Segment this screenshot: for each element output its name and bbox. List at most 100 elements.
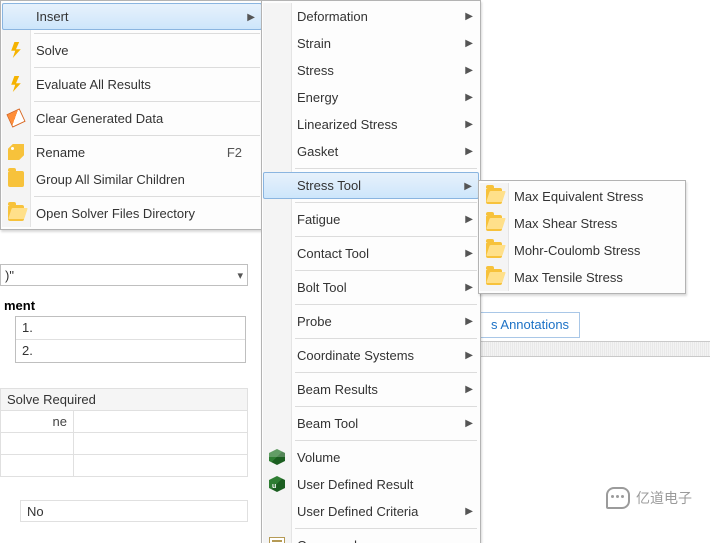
chevron-right-icon: ▶ xyxy=(465,119,473,130)
watermark: 亿道电子 xyxy=(606,487,692,509)
folder-open-icon xyxy=(486,242,502,258)
chevron-right-icon: ▶ xyxy=(465,384,473,395)
menu-item-open-solver-dir[interactable]: Open Solver Files Directory xyxy=(2,200,262,227)
menu-item-evaluate-all[interactable]: Evaluate All Results xyxy=(2,71,262,98)
chevron-right-icon: ▶ xyxy=(465,11,473,22)
menu-label: Linearized Stress xyxy=(297,117,459,132)
menu-item-user-defined-criteria[interactable]: User Defined Criteria ▶ xyxy=(263,498,479,525)
menu-item-user-defined-result[interactable]: User Defined Result xyxy=(263,471,479,498)
menu-label: Bolt Tool xyxy=(297,280,459,295)
menu-item-insert[interactable]: Insert ▶ xyxy=(2,3,262,30)
chevron-down-icon: ▾ xyxy=(237,269,243,282)
menu-separator xyxy=(295,202,477,203)
menu-item-max-equivalent-stress[interactable]: Max Equivalent Stress xyxy=(480,183,684,210)
menu-label: Stress xyxy=(297,63,459,78)
menu-item-solve[interactable]: Solve xyxy=(2,37,262,64)
menu-separator xyxy=(295,528,477,529)
folder-open-icon xyxy=(486,188,502,204)
chevron-right-icon: ▶ xyxy=(465,214,473,225)
eraser-icon xyxy=(6,108,25,127)
tab-annotations[interactable]: s Annotations xyxy=(480,312,580,338)
menu-item-contact-tool[interactable]: Contact Tool ▶ xyxy=(263,240,479,267)
menu-item-fatigue[interactable]: Fatigue ▶ xyxy=(263,206,479,233)
chevron-right-icon: ▶ xyxy=(465,350,473,361)
chevron-right-icon: ▶ xyxy=(465,418,473,429)
menu-item-stress-tool[interactable]: Stress Tool ▶ xyxy=(263,172,479,199)
menu-label: User Defined Result xyxy=(297,477,459,492)
menu-item-energy[interactable]: Energy ▶ xyxy=(263,84,479,111)
menu-separator xyxy=(295,372,477,373)
menu-item-deformation[interactable]: Deformation▶ xyxy=(263,3,479,30)
mini-row[interactable]: 1. xyxy=(16,317,245,339)
mini-row[interactable]: 2. xyxy=(16,339,245,362)
menu-item-beam-results[interactable]: Beam Results ▶ xyxy=(263,376,479,403)
menu-item-commands[interactable]: Commands xyxy=(263,532,479,543)
chevron-right-icon: ▶ xyxy=(465,92,473,103)
menu-label: Group All Similar Children xyxy=(36,172,242,187)
menu-separator xyxy=(295,338,477,339)
filter-dropdown[interactable]: )" ▾ xyxy=(0,264,248,286)
menu-label: Open Solver Files Directory xyxy=(36,206,242,221)
menu-item-coordinate-systems[interactable]: Coordinate Systems ▶ xyxy=(263,342,479,369)
menu-item-mohr-coulomb-stress[interactable]: Mohr-Coulomb Stress xyxy=(480,237,684,264)
chevron-right-icon: ▶ xyxy=(465,506,473,517)
folder-open-icon xyxy=(486,269,502,285)
tag-icon xyxy=(8,144,24,160)
menu-separator xyxy=(34,33,260,34)
menu-item-max-shear-stress[interactable]: Max Shear Stress xyxy=(480,210,684,237)
menu-item-linearized-stress[interactable]: Linearized Stress ▶ xyxy=(263,111,479,138)
menu-item-max-tensile-stress[interactable]: Max Tensile Stress xyxy=(480,264,684,291)
prop-val[interactable] xyxy=(74,411,248,433)
commands-icon xyxy=(269,537,285,543)
context-menu-root: Insert ▶ Solve Evaluate All Results Clea… xyxy=(0,0,264,230)
chat-icon xyxy=(606,487,630,509)
mini-table: 1. 2. xyxy=(15,316,246,363)
folder-open-icon xyxy=(8,205,24,221)
prop-val[interactable] xyxy=(74,433,248,455)
menu-label: User Defined Criteria xyxy=(297,504,459,519)
menu-label: Gasket xyxy=(297,144,459,159)
menu-item-stress[interactable]: Stress▶ xyxy=(263,57,479,84)
submenu-stress-tool: Max Equivalent StressMax Shear StressMoh… xyxy=(478,180,686,294)
chevron-right-icon: ▶ xyxy=(465,282,473,293)
menu-label: Clear Generated Data xyxy=(36,111,242,126)
app-root: )" ▾ ment 1. 2. Solve Required ne No s A… xyxy=(0,0,710,543)
menu-label: Volume xyxy=(297,450,459,465)
menu-separator xyxy=(295,304,477,305)
menu-label: Fatigue xyxy=(297,212,459,227)
menu-item-probe[interactable]: Probe ▶ xyxy=(263,308,479,335)
menu-label: Energy xyxy=(297,90,459,105)
menu-label: Beam Results xyxy=(297,382,459,397)
solve-required-header: Solve Required xyxy=(1,389,248,411)
no-value: No xyxy=(20,500,248,522)
bolt-icon xyxy=(8,76,24,92)
menu-item-clear-data[interactable]: Clear Generated Data xyxy=(2,105,262,132)
menu-separator xyxy=(295,236,477,237)
chevron-right-icon: ▶ xyxy=(465,38,473,49)
menu-label: Probe xyxy=(297,314,459,329)
menu-item-bolt-tool[interactable]: Bolt Tool ▶ xyxy=(263,274,479,301)
watermark-text: 亿道电子 xyxy=(636,488,692,508)
menu-item-beam-tool[interactable]: Beam Tool▶ xyxy=(263,410,479,437)
menu-label: Stress Tool xyxy=(297,178,459,193)
menu-label: Evaluate All Results xyxy=(36,77,242,92)
prop-key xyxy=(1,455,74,477)
chevron-right-icon: ▶ xyxy=(465,316,473,327)
prop-key xyxy=(1,433,74,455)
cube-icon xyxy=(269,449,285,465)
menu-separator xyxy=(34,196,260,197)
menu-separator xyxy=(295,406,477,407)
menu-label: Coordinate Systems xyxy=(297,348,459,363)
chevron-right-icon: ▶ xyxy=(464,181,472,192)
chevron-right-icon: ▶ xyxy=(465,248,473,259)
menu-item-rename[interactable]: Rename F2 xyxy=(2,139,262,166)
menu-item-group-similar[interactable]: Group All Similar Children xyxy=(2,166,262,193)
menu-item-strain[interactable]: Strain▶ xyxy=(263,30,479,57)
cube-user-icon xyxy=(269,476,285,492)
menu-label: Solve xyxy=(36,43,242,58)
prop-val[interactable] xyxy=(74,455,248,477)
chevron-right-icon: ▶ xyxy=(465,146,473,157)
menu-label: Contact Tool xyxy=(297,246,459,261)
menu-item-gasket[interactable]: Gasket ▶ xyxy=(263,138,479,165)
menu-item-volume[interactable]: Volume xyxy=(263,444,479,471)
